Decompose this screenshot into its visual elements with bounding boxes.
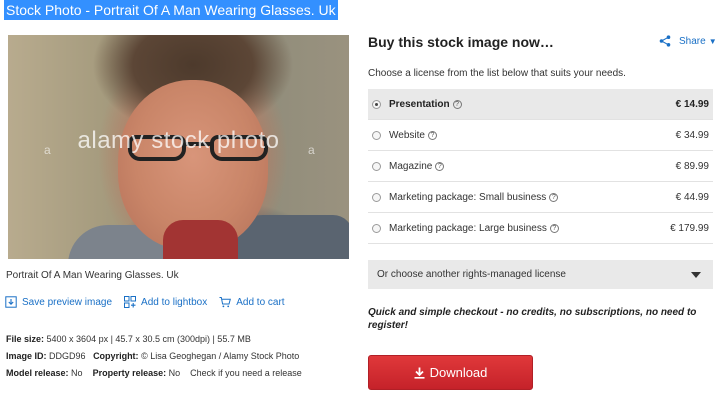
share-label: Share: [679, 35, 706, 47]
image-actions: Save preview image Add to lightbox Add t…: [5, 296, 285, 308]
help-icon[interactable]: ?: [452, 99, 462, 109]
stock-photo[interactable]: alamy stock photo a a: [8, 35, 349, 259]
radio-icon[interactable]: [372, 161, 381, 171]
help-icon[interactable]: ?: [427, 130, 437, 140]
image-caption: Portrait Of A Man Wearing Glasses. Uk: [6, 270, 179, 281]
license-option-magazine[interactable]: Magazine? € 89.99: [368, 151, 713, 182]
property-release-value: No: [168, 368, 181, 378]
license-price: € 44.99: [675, 191, 709, 203]
license-name: Marketing package: Large business: [389, 222, 547, 234]
license-name: Marketing package: Small business: [389, 191, 547, 203]
license-option-website[interactable]: Website? € 34.99: [368, 120, 713, 151]
download-arrow-icon: [414, 367, 425, 379]
add-to-lightbox-label: Add to lightbox: [141, 296, 208, 308]
page-title: Stock Photo - Portrait Of A Man Wearing …: [4, 0, 338, 20]
add-to-cart-button[interactable]: Add to cart: [219, 296, 285, 308]
file-size-line: File size: 5400 x 3604 px | 45.7 x 30.5 …: [6, 334, 251, 344]
save-preview-label: Save preview image: [22, 296, 113, 308]
save-preview-button[interactable]: Save preview image: [5, 296, 112, 308]
image-id-value: DDGD96: [49, 351, 86, 361]
copyright-label: Copyright:: [93, 351, 139, 361]
rights-managed-dropdown[interactable]: Or choose another rights-managed license: [368, 260, 713, 289]
image-id-label: Image ID:: [6, 351, 47, 361]
property-release-label: Property release:: [92, 368, 167, 378]
model-release-label: Model release:: [6, 368, 69, 378]
download-icon: [5, 296, 17, 308]
help-icon[interactable]: ?: [549, 192, 559, 202]
radio-icon[interactable]: [372, 223, 381, 233]
lightbox-icon: [124, 296, 137, 308]
checkout-note: Quick and simple checkout - no credits, …: [368, 307, 697, 331]
model-release-value: No: [71, 368, 83, 378]
license-price: € 34.99: [675, 129, 709, 141]
add-to-lightbox-button[interactable]: Add to lightbox: [124, 296, 207, 308]
radio-icon[interactable]: [372, 99, 381, 109]
chevron-down-icon: ▼: [708, 36, 717, 46]
caret-down-icon: [691, 271, 701, 278]
file-size-value: 5400 x 3604 px | 45.7 x 30.5 cm (300dpi)…: [46, 334, 251, 344]
release-line: Model release: No Property release: No C…: [6, 368, 302, 378]
license-price: € 89.99: [675, 160, 709, 172]
add-to-cart-label: Add to cart: [236, 296, 285, 308]
watermark-mark-left: a: [44, 143, 51, 157]
photo-collar: [163, 220, 238, 259]
share-button[interactable]: Share ▼: [659, 35, 717, 47]
help-icon[interactable]: ?: [435, 161, 445, 171]
file-size-label: File size:: [6, 334, 45, 344]
license-list: Presentation? € 14.99 Website? € 34.99 M…: [368, 89, 713, 244]
download-label: Download: [429, 365, 488, 380]
license-name: Website: [389, 129, 425, 141]
license-name: Presentation: [389, 98, 450, 110]
license-name: Magazine: [389, 160, 433, 172]
help-icon[interactable]: ?: [549, 223, 559, 233]
buy-title: Buy this stock image now…: [368, 34, 554, 50]
share-icon: [659, 35, 671, 47]
license-price: € 179.99: [670, 222, 709, 234]
radio-icon[interactable]: [372, 130, 381, 140]
download-button[interactable]: Download: [368, 355, 533, 390]
license-price: € 14.99: [675, 98, 709, 110]
license-hint: Choose a license from the list below tha…: [368, 68, 626, 79]
license-option-marketing-small[interactable]: Marketing package: Small business? € 44.…: [368, 182, 713, 213]
watermark-text: alamy stock photo: [77, 127, 280, 154]
license-option-marketing-large[interactable]: Marketing package: Large business? € 179…: [368, 213, 713, 244]
cart-icon: [219, 297, 232, 308]
rights-managed-label: Or choose another rights-managed license: [377, 269, 566, 280]
image-id-line: Image ID: DDGD96 Copyright: © Lisa Geogh…: [6, 351, 299, 361]
watermark-mark-right: a: [308, 143, 315, 157]
license-option-presentation[interactable]: Presentation? € 14.99: [368, 89, 713, 120]
copyright-value: © Lisa Geoghegan / Alamy Stock Photo: [141, 351, 300, 361]
release-check-text: Check if you need a release: [190, 368, 302, 378]
radio-icon[interactable]: [372, 192, 381, 202]
